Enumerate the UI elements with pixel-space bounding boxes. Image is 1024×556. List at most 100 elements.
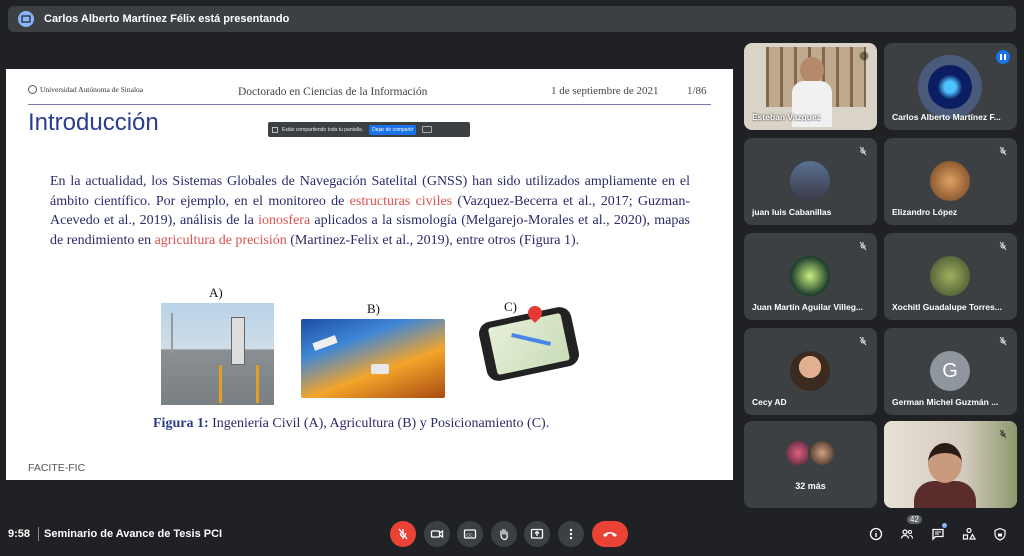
figure-image-agriculture bbox=[301, 319, 445, 398]
present-screen-icon bbox=[530, 528, 544, 539]
svg-text:CC: CC bbox=[466, 532, 473, 537]
seal-icon bbox=[28, 85, 37, 94]
slide-body: En la actualidad, los Sistemas Globales … bbox=[50, 172, 690, 250]
participant-name: Elizandro López bbox=[892, 207, 958, 217]
figure-label-a: A) bbox=[209, 285, 223, 300]
more-avatars bbox=[784, 439, 844, 467]
captions-icon: CC bbox=[463, 529, 477, 539]
header-date: 1 de septiembre de 2021 bbox=[551, 85, 659, 97]
chat-icon bbox=[932, 528, 944, 541]
camera-toggle-button[interactable] bbox=[424, 521, 450, 547]
slide-title: Introducción bbox=[28, 109, 159, 136]
header-rule bbox=[28, 104, 711, 105]
mic-off-icon bbox=[859, 336, 867, 346]
more-participants-tile[interactable]: 32 más bbox=[744, 421, 877, 508]
avatar bbox=[790, 256, 830, 296]
raise-hand-button[interactable] bbox=[491, 521, 517, 547]
clock: 9:58 bbox=[8, 528, 31, 540]
avatar bbox=[918, 55, 982, 119]
share-text: Estás compartiendo toda tu pantalla. bbox=[282, 126, 364, 133]
slide-footer: FACITE-FIC bbox=[28, 462, 86, 474]
caption-label: Figura 1: bbox=[153, 416, 209, 431]
participant-tile-german[interactable]: G German Michel Guzmán ... bbox=[884, 328, 1017, 415]
speaking-indicator-icon bbox=[996, 50, 1010, 64]
mic-off-icon bbox=[999, 241, 1007, 251]
page-number: 1/86 bbox=[687, 85, 707, 97]
mic-off-icon bbox=[859, 241, 867, 251]
avatar: G bbox=[930, 351, 970, 391]
more-count: 32 más bbox=[795, 481, 826, 491]
mic-off-icon bbox=[999, 336, 1007, 346]
mic-off-icon bbox=[999, 146, 1007, 156]
institution-name: Universidad Autónoma de Sinaloa bbox=[40, 85, 144, 94]
chat-notification-dot bbox=[942, 523, 947, 528]
figure-image-positioning bbox=[476, 306, 584, 391]
figure-label-b: B) bbox=[367, 301, 380, 316]
header-title: Doctorado en Ciencias de la Información bbox=[238, 86, 428, 98]
figure-image-civil bbox=[161, 303, 274, 405]
self-view-tile[interactable] bbox=[884, 421, 1017, 508]
mic-off-icon bbox=[999, 429, 1007, 439]
stop-sharing-button[interactable]: Dejar de compartir bbox=[369, 124, 417, 135]
leave-call-button[interactable] bbox=[592, 521, 628, 547]
participant-name: juan luis Cabanillas bbox=[752, 207, 832, 217]
captions-button[interactable]: CC bbox=[457, 521, 483, 547]
participant-tile-elizandro[interactable]: Elizandro López bbox=[884, 138, 1017, 225]
screen-share-bar: Estás compartiendo toda tu pantalla. Dej… bbox=[268, 122, 470, 137]
highlight-agricultura: agricultura de precisión bbox=[154, 232, 287, 248]
present-icon bbox=[18, 11, 34, 27]
presenting-banner: Carlos Alberto Martínez Félix está prese… bbox=[8, 6, 1016, 32]
caption-text: Ingeniería Civil (A), Agricultura (B) y … bbox=[208, 416, 550, 431]
info-icon bbox=[869, 527, 883, 541]
participant-tile-juan-martin[interactable]: Juan Martín Aguilar Villeg... bbox=[744, 233, 877, 320]
host-controls-button[interactable] bbox=[992, 526, 1008, 542]
participant-name: Esteban Vazquez bbox=[752, 112, 821, 122]
meeting-title: Seminario de Avance de Tesis PCI bbox=[44, 528, 223, 540]
hand-icon bbox=[500, 528, 508, 541]
activities-button[interactable] bbox=[961, 526, 977, 542]
shield-lock-icon bbox=[994, 527, 1006, 541]
bottom-toolbar: 9:58 Seminario de Avance de Tesis PCI CC… bbox=[0, 514, 1024, 556]
figure-caption: Figura 1: Ingeniería Civil (A), Agricult… bbox=[153, 416, 549, 432]
meeting-details-button[interactable] bbox=[868, 526, 884, 542]
participant-tile-juan-luis[interactable]: juan luis Cabanillas bbox=[744, 138, 877, 225]
mic-off-icon bbox=[859, 146, 867, 156]
participant-name: Xochitl Guadalupe Torres... bbox=[892, 302, 1002, 312]
participant-tile-cecy[interactable]: Cecy AD bbox=[744, 328, 877, 415]
present-now-button[interactable] bbox=[524, 521, 550, 547]
participant-name: Carlos Alberto Martínez F... bbox=[892, 112, 1001, 122]
participant-video bbox=[914, 481, 976, 508]
avatar bbox=[930, 256, 970, 296]
hangup-icon bbox=[603, 532, 617, 537]
people-icon bbox=[900, 529, 914, 539]
screen-icon bbox=[272, 126, 278, 133]
camera-icon bbox=[430, 529, 444, 539]
institution-logo: Universidad Autónoma de Sinaloa bbox=[28, 85, 143, 94]
participant-tile-carlos[interactable]: Carlos Alberto Martínez F... bbox=[884, 43, 1017, 130]
highlight-ionosfera: ionosfera bbox=[258, 213, 311, 228]
mic-off-icon bbox=[859, 51, 869, 61]
participant-tile-xochitl[interactable]: Xochitl Guadalupe Torres... bbox=[884, 233, 1017, 320]
highlight-civil: estructuras civiles bbox=[349, 193, 453, 209]
participant-name: German Michel Guzmán ... bbox=[892, 397, 999, 407]
hide-bar-button[interactable] bbox=[422, 126, 433, 133]
shared-screen: Universidad Autónoma de Sinaloa Doctorad… bbox=[6, 69, 733, 480]
participant-tile-esteban[interactable]: Esteban Vazquez bbox=[744, 43, 877, 130]
mic-toggle-button[interactable] bbox=[390, 521, 416, 547]
presenting-text: Carlos Alberto Martínez Félix está prese… bbox=[44, 13, 290, 25]
more-options-button[interactable] bbox=[558, 521, 584, 547]
avatar bbox=[930, 161, 970, 201]
participant-count-badge: 42 bbox=[907, 515, 922, 524]
avatar bbox=[790, 161, 830, 201]
participant-name: Juan Martín Aguilar Villeg... bbox=[752, 302, 863, 312]
more-vert-icon bbox=[569, 528, 573, 540]
body-text-4: (Martinez-Felix et al., 2019), entre otr… bbox=[286, 232, 580, 248]
chat-button[interactable] bbox=[930, 526, 946, 542]
divider bbox=[38, 527, 39, 541]
activities-icon bbox=[962, 527, 976, 540]
mic-off-icon bbox=[398, 528, 408, 540]
meet-window: Carlos Alberto Martínez Félix está prese… bbox=[0, 0, 1024, 556]
participant-name: Cecy AD bbox=[752, 397, 787, 407]
people-button[interactable] bbox=[899, 526, 915, 542]
slide-header: Universidad Autónoma de Sinaloa Doctorad… bbox=[6, 79, 733, 99]
